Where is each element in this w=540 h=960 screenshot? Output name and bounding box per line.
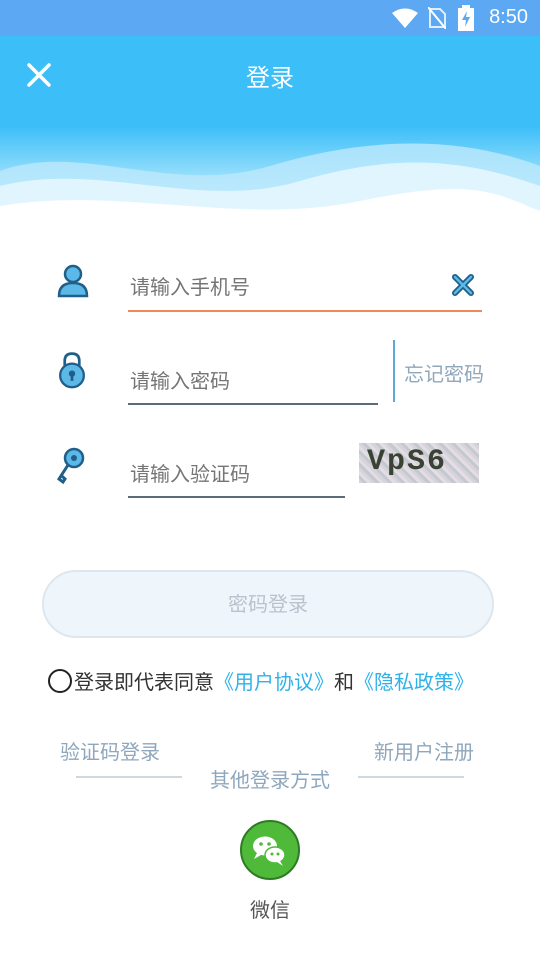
divider [393,340,395,402]
wifi-icon [392,8,418,28]
agreement-row: 登录即代表同意《用户协议》和《隐私政策》 [48,666,474,695]
user-icon [57,264,89,298]
privacy-policy-link[interactable]: 《隐私政策》 [354,670,474,694]
captcha-image[interactable]: VpS6 [359,443,479,483]
password-underline [128,403,378,405]
password-login-button[interactable]: 密码登录 [42,570,494,638]
phone-input[interactable] [130,272,430,302]
user-agreement-link[interactable]: 《用户协议》 [214,670,334,694]
forgot-password-link[interactable]: 忘记密码 [404,358,484,387]
agreement-and: 和 [334,670,354,694]
status-bar: 8:50 [0,0,540,36]
page-title: 登录 [246,64,294,92]
captcha-underline [128,496,345,498]
agreement-prefix: 登录即代表同意 [74,670,214,694]
header: 登录 [0,36,540,236]
clear-icon[interactable] [450,272,476,298]
agree-radio[interactable] [48,669,72,693]
lock-icon [59,352,85,389]
wechat-login-button[interactable] [240,820,300,880]
wechat-label: 微信 [250,898,290,922]
wave-decoration [0,143,540,236]
sms-login-link[interactable]: 验证码登录 [60,736,160,765]
key-icon [56,447,85,485]
battery-charging-icon [458,5,474,31]
status-time: 8:50 [489,6,528,28]
no-sim-icon [428,7,446,29]
wechat-icon [253,836,286,866]
other-login-title: 其他登录方式 [210,768,330,792]
captcha-text: VpS6 [367,445,448,479]
phone-underline-active [128,310,482,312]
register-link[interactable]: 新用户注册 [374,736,474,765]
password-input[interactable] [130,366,370,396]
captcha-input[interactable] [130,459,340,489]
